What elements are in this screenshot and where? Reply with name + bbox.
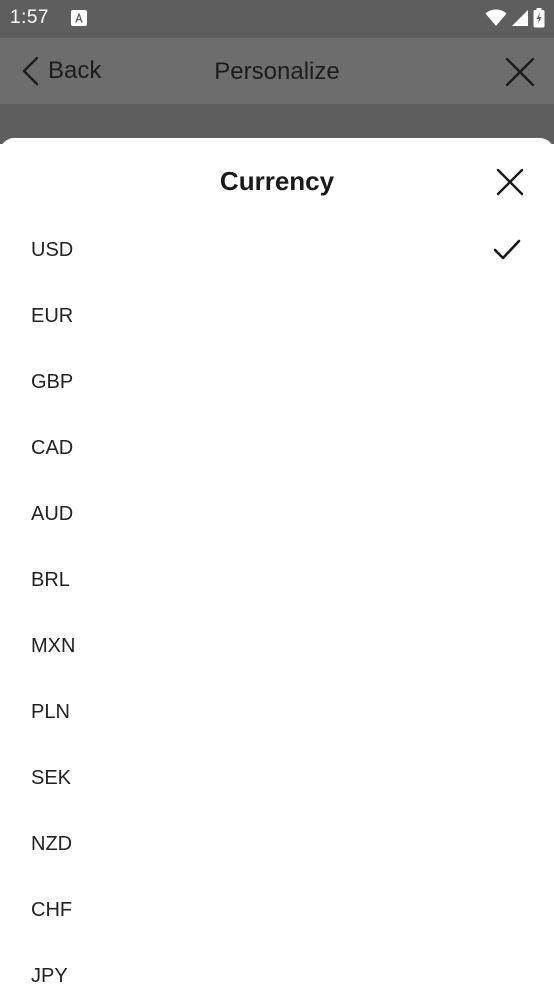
currency-option-eur[interactable]: EUR [0, 283, 554, 349]
currency-sheet: Currency USD EUR GBP CAD AUD BRL MXN PLN… [0, 138, 554, 984]
currency-label: EUR [31, 304, 74, 327]
checkmark-icon [493, 239, 521, 260]
currency-label: BRL [31, 568, 70, 591]
currency-option-gbp[interactable]: GBP [0, 349, 554, 415]
signal-icon [512, 10, 528, 26]
app-bar: Back Personalize [0, 38, 554, 104]
page-title: Personalize [214, 58, 340, 85]
currency-option-nzd[interactable]: NZD [0, 811, 554, 877]
sheet-title: Currency [219, 166, 335, 196]
status-icons [485, 8, 545, 28]
currency-label: CAD [31, 436, 74, 459]
close-icon[interactable] [504, 56, 536, 88]
currency-option-brl[interactable]: BRL [0, 547, 554, 613]
currency-option-cad[interactable]: CAD [0, 415, 554, 481]
battery-icon [533, 8, 545, 28]
currency-option-pln[interactable]: PLN [0, 679, 554, 745]
currency-option-chf[interactable]: CHF [0, 877, 554, 943]
wifi-icon [485, 9, 507, 26]
status-bar: 1:57 [0, 0, 554, 38]
currency-label: NZD [31, 832, 73, 855]
currency-option-jpy[interactable]: JPY [0, 943, 554, 984]
currency-option-mxn[interactable]: MXN [0, 613, 554, 679]
status-time: 1:57 [10, 7, 49, 28]
currency-option-sek[interactable]: SEK [0, 745, 554, 811]
currency-label: USD [31, 238, 74, 261]
currency-label: PLN [31, 700, 70, 723]
currency-option-aud[interactable]: AUD [0, 481, 554, 547]
currency-label: CHF [31, 898, 73, 921]
currency-label: MXN [31, 634, 76, 657]
currency-option-usd[interactable]: USD [0, 217, 554, 283]
currency-label: JPY [31, 964, 68, 984]
a-badge-icon [71, 10, 87, 26]
currency-list: USD EUR GBP CAD AUD BRL MXN PLN SEK NZD … [0, 217, 554, 984]
currency-label: GBP [31, 370, 74, 393]
currency-label: SEK [31, 766, 72, 789]
currency-label: AUD [31, 502, 74, 525]
close-icon[interactable] [496, 168, 524, 196]
